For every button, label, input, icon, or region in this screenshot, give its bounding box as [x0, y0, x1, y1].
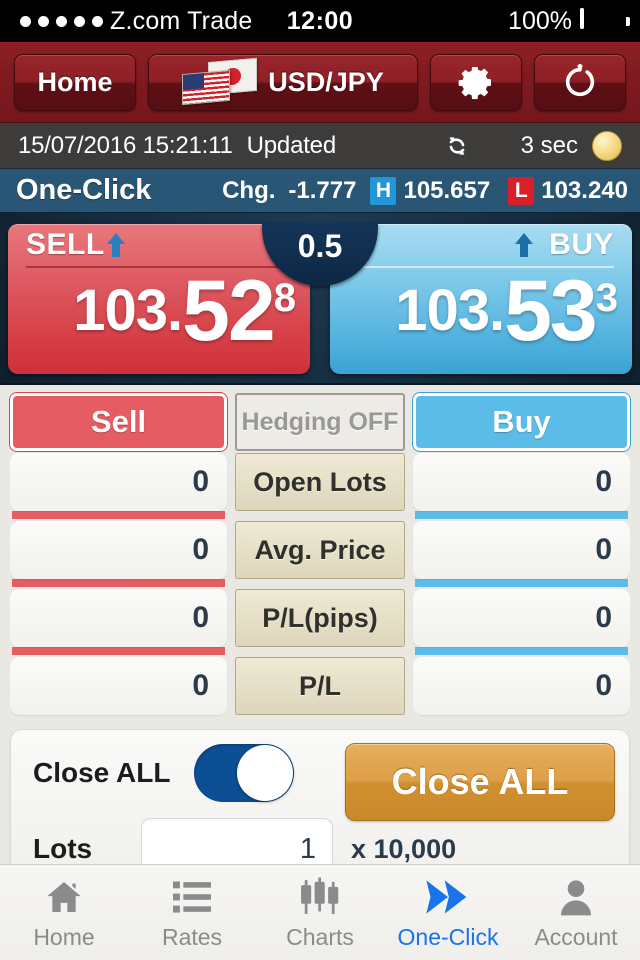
tab-rates[interactable]: Rates: [128, 865, 256, 960]
buy-column-header[interactable]: Buy: [413, 393, 630, 451]
status-bar: Z.com Trade 12:00 100%: [0, 0, 640, 42]
status-bar-right: 100%: [508, 6, 630, 36]
row-connector: [10, 511, 630, 519]
row-connector: [10, 579, 630, 587]
table-row: 0 P/L 0: [10, 657, 630, 715]
refresh-icon: [565, 63, 595, 97]
low-badge: L: [508, 176, 535, 205]
buy-price-big: 53: [504, 263, 598, 359]
settings-button[interactable]: [430, 53, 522, 111]
buy-price-button[interactable]: BUY 103. 53 3: [330, 224, 632, 374]
sell-price-integer: 103.: [73, 278, 183, 343]
tab-account-label: Account: [534, 923, 618, 950]
buy-pl-pips-value: 0: [413, 589, 630, 647]
sell-column-header[interactable]: Sell: [10, 393, 227, 451]
usd-jpy-flags-icon: [182, 57, 258, 106]
sell-pl-pips-value: 0: [10, 589, 227, 647]
open-lots-label: Open Lots: [235, 453, 405, 511]
currency-pair-label: USD/JPY: [268, 66, 384, 97]
sell-price-big: 52: [182, 263, 276, 359]
tab-home-label: Home: [33, 923, 95, 950]
update-status-label: Updated: [246, 131, 337, 159]
table-row: 0 Avg. Price 0: [10, 521, 630, 579]
double-chevron-icon: [422, 875, 474, 919]
currency-pair-button[interactable]: USD/JPY: [148, 53, 418, 111]
quote-header: One-Click Chg. -1.777 H 105.657 L 103.24…: [0, 169, 640, 213]
buy-open-lots-value: 0: [413, 453, 630, 511]
bottom-tab-bar: Home Rates Charts One-Click Account: [0, 864, 640, 960]
tab-charts[interactable]: Charts: [256, 865, 384, 960]
tab-one-click-label: One-Click: [397, 923, 499, 950]
hedging-toggle-header[interactable]: Hedging OFF: [235, 393, 405, 451]
candlestick-icon: [298, 875, 342, 919]
buy-pl-value: 0: [413, 657, 630, 715]
home-button[interactable]: Home: [14, 53, 136, 111]
price-panel: SELL 103. 52 8 0.5 BUY 103. 53 3: [0, 213, 640, 385]
person-icon: [556, 875, 596, 919]
low-value: 103.240: [541, 176, 628, 204]
auto-refresh-icon[interactable]: [445, 133, 469, 159]
home-button-label: Home: [37, 66, 113, 97]
sell-open-lots-value: 0: [10, 453, 227, 511]
tab-account[interactable]: Account: [512, 865, 640, 960]
battery-icon: [580, 7, 630, 33]
pl-pips-label: P/L(pips): [235, 589, 405, 647]
spread-value: 0.5: [297, 228, 343, 264]
sell-avg-price-value: 0: [10, 521, 227, 579]
tab-home[interactable]: Home: [0, 865, 128, 960]
positions-table: Sell Hedging OFF Buy 0 Open Lots 0 0 Avg…: [0, 385, 640, 715]
arrow-up-icon: [106, 233, 125, 257]
buy-price-fraction: 3: [595, 276, 618, 320]
buy-label: BUY: [549, 228, 614, 261]
hedging-label: Hedging OFF: [241, 407, 399, 436]
close-all-button-label: Close ALL: [391, 761, 569, 802]
buy-price-integer: 103.: [395, 278, 505, 343]
sell-price: 103. 52 8: [8, 268, 310, 354]
gear-icon: [458, 67, 491, 100]
page-title: One-Click: [16, 174, 152, 206]
sell-pl-value: 0: [10, 657, 227, 715]
home-icon: [43, 875, 85, 919]
table-row: 0 Open Lots 0: [10, 453, 630, 511]
tab-charts-label: Charts: [286, 923, 354, 950]
sell-label: SELL: [26, 228, 105, 261]
high-badge: H: [370, 176, 397, 205]
pl-label: P/L: [235, 657, 405, 715]
lots-label: Lots: [33, 833, 93, 864]
close-all-button[interactable]: Close ALL: [345, 743, 615, 821]
high-value: 105.657: [403, 176, 491, 204]
sell-column-label: Sell: [90, 404, 147, 439]
tab-rates-label: Rates: [161, 923, 223, 950]
table-row: 0 P/L(pips) 0: [10, 589, 630, 647]
refresh-button[interactable]: [534, 53, 626, 111]
buy-column-label: Buy: [492, 404, 551, 439]
row-connector: [10, 647, 630, 655]
lots-multiplier-label: x 10,000: [351, 833, 457, 864]
change-value: -1.777: [288, 176, 357, 204]
app-screen: Z.com Trade 12:00 100% Home USD/JPY 15/0…: [0, 0, 640, 960]
close-all-toggle-label: Close ALL: [33, 757, 171, 788]
avg-price-label: Avg. Price: [235, 521, 405, 579]
list-icon: [171, 875, 213, 919]
top-toolbar: Home USD/JPY: [0, 42, 640, 123]
arrow-up-icon: [515, 233, 534, 257]
buy-price: 103. 53 3: [330, 268, 632, 354]
update-bar: 15/07/2016 15:21:11 Updated 3 sec: [0, 123, 640, 169]
close-all-toggle[interactable]: [194, 744, 295, 802]
tab-one-click[interactable]: One-Click: [384, 865, 512, 960]
battery-percent-label: 100%: [508, 6, 572, 35]
refresh-interval-label: 3 sec: [520, 131, 578, 159]
change-label: Chg.: [222, 176, 276, 204]
buy-avg-price-value: 0: [413, 521, 630, 579]
update-timestamp: 15/07/2016 15:21:11: [18, 131, 233, 159]
refresh-indicator-icon: [592, 130, 622, 161]
toggle-knob: [237, 745, 294, 801]
positions-header-row: Sell Hedging OFF Buy: [10, 393, 630, 451]
